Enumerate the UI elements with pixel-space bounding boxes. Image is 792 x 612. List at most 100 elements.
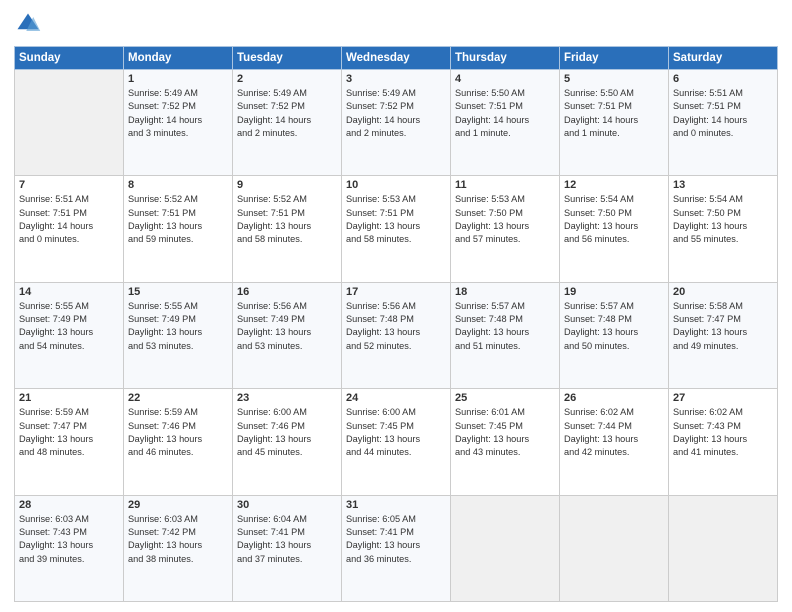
day-number: 21 bbox=[19, 392, 119, 404]
day-info: Sunrise: 5:49 AM Sunset: 7:52 PM Dayligh… bbox=[346, 87, 446, 140]
weekday-header-friday: Friday bbox=[560, 47, 669, 70]
day-number: 31 bbox=[346, 499, 446, 511]
day-info: Sunrise: 5:54 AM Sunset: 7:50 PM Dayligh… bbox=[564, 193, 664, 246]
day-info: Sunrise: 6:04 AM Sunset: 7:41 PM Dayligh… bbox=[237, 513, 337, 566]
day-number: 17 bbox=[346, 286, 446, 298]
calendar-cell: 18Sunrise: 5:57 AM Sunset: 7:48 PM Dayli… bbox=[451, 282, 560, 388]
day-info: Sunrise: 6:02 AM Sunset: 7:43 PM Dayligh… bbox=[673, 406, 773, 459]
calendar-cell: 8Sunrise: 5:52 AM Sunset: 7:51 PM Daylig… bbox=[124, 176, 233, 282]
day-info: Sunrise: 6:03 AM Sunset: 7:42 PM Dayligh… bbox=[128, 513, 228, 566]
day-number: 12 bbox=[564, 179, 664, 191]
day-info: Sunrise: 6:00 AM Sunset: 7:46 PM Dayligh… bbox=[237, 406, 337, 459]
day-number: 7 bbox=[19, 179, 119, 191]
logo bbox=[14, 10, 46, 38]
calendar-cell: 3 Sunrise: 5:49 AM Sunset: 7:52 PM Daylig… bbox=[342, 70, 451, 176]
day-number: 8 bbox=[128, 179, 228, 191]
day-info: Sunrise: 5:51 AM Sunset: 7:51 PM Dayligh… bbox=[673, 87, 773, 140]
day-number: 30 bbox=[237, 499, 337, 511]
calendar-cell: 14 Sunrise: 5:55 AM Sunset: 7:49 PM Dayli… bbox=[15, 282, 124, 388]
calendar-cell: 29 Sunrise: 6:03 AM Sunset: 7:42 PM Dayli… bbox=[124, 495, 233, 601]
calendar-cell: 28 Sunrise: 6:03 AM Sunset: 7:43 PM Dayli… bbox=[15, 495, 124, 601]
day-number: 4 bbox=[455, 73, 555, 85]
weekday-header-sunday: Sunday bbox=[15, 47, 124, 70]
calendar-week-row: 28 Sunrise: 6:03 AM Sunset: 7:43 PM Dayli… bbox=[15, 495, 778, 601]
day-number: 5 bbox=[564, 73, 664, 85]
calendar-cell: 11 Sunrise: 5:53 AM Sunset: 7:50 PM Dayli… bbox=[451, 176, 560, 282]
calendar-cell: 17Sunrise: 5:56 AM Sunset: 7:48 PM Dayli… bbox=[342, 282, 451, 388]
day-info: Sunrise: 5:57 AM Sunset: 7:48 PM Dayligh… bbox=[564, 300, 664, 353]
calendar-cell: 16 Sunrise: 5:56 AM Sunset: 7:49 PM Dayli… bbox=[233, 282, 342, 388]
day-info: Sunrise: 6:01 AM Sunset: 7:45 PM Dayligh… bbox=[455, 406, 555, 459]
day-number: 1 bbox=[128, 73, 228, 85]
calendar-cell: 13 Sunrise: 5:54 AM Sunset: 7:50 PM Dayli… bbox=[669, 176, 778, 282]
calendar-cell: 12 Sunrise: 5:54 AM Sunset: 7:50 PM Dayli… bbox=[560, 176, 669, 282]
day-number: 19 bbox=[564, 286, 664, 298]
weekday-header-saturday: Saturday bbox=[669, 47, 778, 70]
day-info: Sunrise: 5:54 AM Sunset: 7:50 PM Dayligh… bbox=[673, 193, 773, 246]
day-info: Sunrise: 5:56 AM Sunset: 7:49 PM Dayligh… bbox=[237, 300, 337, 353]
day-number: 29 bbox=[128, 499, 228, 511]
calendar-cell bbox=[15, 70, 124, 176]
calendar-cell: 10 Sunrise: 5:53 AM Sunset: 7:51 PM Dayli… bbox=[342, 176, 451, 282]
day-info: Sunrise: 5:51 AM Sunset: 7:51 PM Dayligh… bbox=[19, 193, 119, 246]
calendar-cell: 7 Sunrise: 5:51 AM Sunset: 7:51 PM Daylig… bbox=[15, 176, 124, 282]
day-number: 22 bbox=[128, 392, 228, 404]
day-info: Sunrise: 5:50 AM Sunset: 7:51 PM Dayligh… bbox=[564, 87, 664, 140]
weekday-header-wednesday: Wednesday bbox=[342, 47, 451, 70]
calendar-cell bbox=[669, 495, 778, 601]
calendar-cell: 24 Sunrise: 6:00 AM Sunset: 7:45 PM Dayli… bbox=[342, 389, 451, 495]
day-info: Sunrise: 5:49 AM Sunset: 7:52 PM Dayligh… bbox=[237, 87, 337, 140]
calendar-cell: 5 Sunrise: 5:50 AM Sunset: 7:51 PM Daylig… bbox=[560, 70, 669, 176]
calendar-body: 1 Sunrise: 5:49 AM Sunset: 7:52 PM Daylig… bbox=[15, 70, 778, 602]
calendar-cell: 26 Sunrise: 6:02 AM Sunset: 7:44 PM Dayli… bbox=[560, 389, 669, 495]
day-info: Sunrise: 6:02 AM Sunset: 7:44 PM Dayligh… bbox=[564, 406, 664, 459]
calendar-cell: 25 Sunrise: 6:01 AM Sunset: 7:45 PM Dayli… bbox=[451, 389, 560, 495]
header bbox=[14, 10, 778, 38]
weekday-header-row: SundayMondayTuesdayWednesdayThursdayFrid… bbox=[15, 47, 778, 70]
day-number: 20 bbox=[673, 286, 773, 298]
calendar-cell bbox=[451, 495, 560, 601]
day-number: 16 bbox=[237, 286, 337, 298]
calendar-week-row: 21Sunrise: 5:59 AM Sunset: 7:47 PM Dayli… bbox=[15, 389, 778, 495]
day-info: Sunrise: 6:03 AM Sunset: 7:43 PM Dayligh… bbox=[19, 513, 119, 566]
day-number: 9 bbox=[237, 179, 337, 191]
day-info: Sunrise: 5:52 AM Sunset: 7:51 PM Dayligh… bbox=[237, 193, 337, 246]
day-number: 13 bbox=[673, 179, 773, 191]
day-info: Sunrise: 5:58 AM Sunset: 7:47 PM Dayligh… bbox=[673, 300, 773, 353]
day-number: 25 bbox=[455, 392, 555, 404]
day-number: 15 bbox=[128, 286, 228, 298]
day-info: Sunrise: 5:55 AM Sunset: 7:49 PM Dayligh… bbox=[19, 300, 119, 353]
calendar-cell bbox=[560, 495, 669, 601]
calendar-cell: 21Sunrise: 5:59 AM Sunset: 7:47 PM Dayli… bbox=[15, 389, 124, 495]
day-info: Sunrise: 5:53 AM Sunset: 7:50 PM Dayligh… bbox=[455, 193, 555, 246]
day-number: 6 bbox=[673, 73, 773, 85]
calendar-cell: 4Sunrise: 5:50 AM Sunset: 7:51 PM Daylig… bbox=[451, 70, 560, 176]
day-number: 11 bbox=[455, 179, 555, 191]
calendar-table: SundayMondayTuesdayWednesdayThursdayFrid… bbox=[14, 46, 778, 602]
logo-icon bbox=[14, 10, 42, 38]
day-number: 26 bbox=[564, 392, 664, 404]
day-info: Sunrise: 5:49 AM Sunset: 7:52 PM Dayligh… bbox=[128, 87, 228, 140]
calendar-cell: 31Sunrise: 6:05 AM Sunset: 7:41 PM Dayli… bbox=[342, 495, 451, 601]
calendar-week-row: 14 Sunrise: 5:55 AM Sunset: 7:49 PM Dayli… bbox=[15, 282, 778, 388]
calendar-cell: 6 Sunrise: 5:51 AM Sunset: 7:51 PM Daylig… bbox=[669, 70, 778, 176]
calendar-cell: 1 Sunrise: 5:49 AM Sunset: 7:52 PM Daylig… bbox=[124, 70, 233, 176]
day-number: 2 bbox=[237, 73, 337, 85]
calendar-week-row: 7 Sunrise: 5:51 AM Sunset: 7:51 PM Daylig… bbox=[15, 176, 778, 282]
day-number: 3 bbox=[346, 73, 446, 85]
weekday-header-monday: Monday bbox=[124, 47, 233, 70]
calendar-week-row: 1 Sunrise: 5:49 AM Sunset: 7:52 PM Daylig… bbox=[15, 70, 778, 176]
day-number: 28 bbox=[19, 499, 119, 511]
weekday-header-thursday: Thursday bbox=[451, 47, 560, 70]
day-number: 24 bbox=[346, 392, 446, 404]
page: SundayMondayTuesdayWednesdayThursdayFrid… bbox=[0, 0, 792, 612]
day-number: 18 bbox=[455, 286, 555, 298]
calendar-cell: 20 Sunrise: 5:58 AM Sunset: 7:47 PM Dayli… bbox=[669, 282, 778, 388]
day-number: 14 bbox=[19, 286, 119, 298]
day-info: Sunrise: 5:55 AM Sunset: 7:49 PM Dayligh… bbox=[128, 300, 228, 353]
day-info: Sunrise: 6:00 AM Sunset: 7:45 PM Dayligh… bbox=[346, 406, 446, 459]
day-number: 10 bbox=[346, 179, 446, 191]
calendar-cell: 2 Sunrise: 5:49 AM Sunset: 7:52 PM Daylig… bbox=[233, 70, 342, 176]
day-info: Sunrise: 5:53 AM Sunset: 7:51 PM Dayligh… bbox=[346, 193, 446, 246]
calendar-cell: 23Sunrise: 6:00 AM Sunset: 7:46 PM Dayli… bbox=[233, 389, 342, 495]
